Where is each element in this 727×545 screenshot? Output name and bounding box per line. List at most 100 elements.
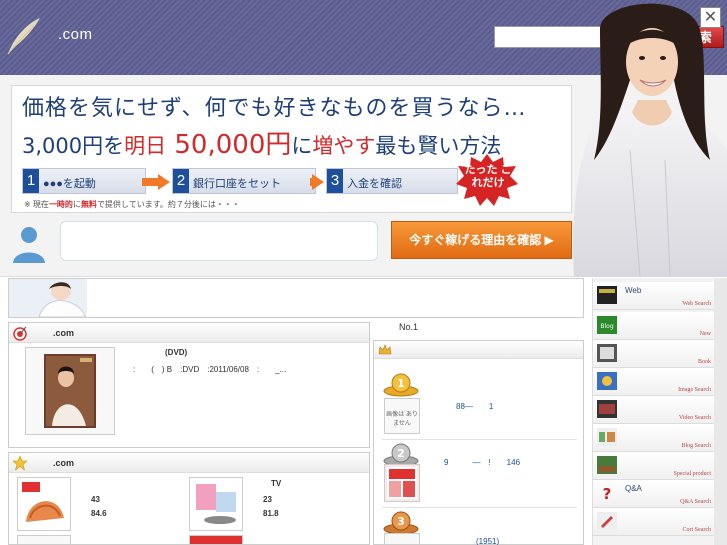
right-sidebar: Web Web Search Blog New Book Image Searc… [592, 278, 727, 545]
ad-step-3-number: 3 [327, 169, 343, 193]
svg-text:3: 3 [397, 515, 405, 528]
pencil-icon [597, 512, 617, 530]
sidebar-item-new[interactable]: Blog New [593, 312, 714, 340]
sidebar-scrollbar[interactable] [714, 278, 727, 545]
popular-item-2-thumbnail[interactable] [189, 477, 243, 531]
popular-item-1-value-b: 84.6 [91, 509, 107, 518]
sidebar-item-qa[interactable]: ? Q&A Q&A Search [593, 480, 714, 508]
ad-headline-1: 価格を気にせず、何でも好きなものを買うなら… [22, 96, 527, 121]
sidebar-item-special-product[interactable]: Special product [593, 452, 714, 480]
ad-note-mid: に [72, 200, 81, 209]
popular-item-2-head: TV [271, 479, 282, 488]
popular-item-3-thumbnail[interactable] [17, 535, 71, 545]
target-icon [13, 326, 27, 341]
svg-text:Blog: Blog [600, 323, 613, 330]
sidebar-item-sub: Blog Search [681, 443, 712, 449]
sidebar-item-image-search[interactable]: Image Search [593, 368, 714, 396]
ad-note-emphasis-1: 一時的 [48, 200, 73, 209]
sidebar-item-web[interactable]: Web Web Search [593, 282, 714, 310]
ad-panel[interactable]: 価格を気にせず、何でも好きなものを買うなら… 3,000円を明日 50,000円… [11, 85, 572, 213]
svg-text:1: 1 [397, 377, 405, 390]
popular-item-1-value-a: 43 [91, 495, 100, 504]
ranking-panel: 1 画像は ありません 88— 1 2 9 — ! 146 3 (1951) [373, 340, 584, 545]
ad-step-3-label: 入金を確認 [347, 178, 402, 190]
ranking-header-label: No.1 [399, 322, 419, 332]
popular-item-2-value-a: 23 [263, 495, 272, 504]
blog-search-icon [597, 428, 617, 446]
rank-1-medal-icon: 1 [383, 373, 419, 397]
sidebar-item-sub: Web Search [682, 301, 711, 307]
close-icon[interactable]: ✕ [700, 7, 721, 28]
rank-1-thumbnail[interactable]: 画像は ありません [384, 398, 420, 434]
image-search-icon [597, 372, 617, 390]
sidebar-item-blog-search[interactable]: Blog Search [593, 424, 714, 452]
ad-step-1: 1 ●●●を起動 [22, 168, 146, 194]
sidebar-item-sub: New [699, 331, 711, 337]
ad-cta-button[interactable]: 今すぐ稼げる理由を確認 ▶ [391, 221, 572, 259]
divider [382, 507, 577, 508]
ad-step-1-label: ●●●を起動 [43, 178, 96, 190]
ad-note: ※ 現在一時的に無料で提供しています。約７分後には・・・ [24, 199, 240, 210]
rank-3-medal-icon: 3 [383, 511, 419, 535]
user-avatar-icon [13, 227, 45, 263]
sidebar-item-cort-search[interactable]: Cort Search [593, 508, 714, 536]
sidebar-item-video-search[interactable]: Video Search [593, 396, 714, 424]
rank-1-title[interactable]: 88— 1 [456, 401, 493, 412]
featured-dvd-label[interactable]: (DVD) [165, 348, 187, 357]
sidebar-item-sub: Cort Search [682, 527, 712, 533]
popular-panel-header: .com [9, 453, 369, 473]
ad-headline-2: 3,000円を明日 50,000円に増やす最も賢い方法 [22, 124, 501, 161]
book-icon [597, 344, 617, 362]
sidebar-item-sub: Special product [673, 471, 712, 477]
site-domain[interactable]: .com [58, 26, 93, 43]
ad-headline-2c: 50,000円 [166, 130, 292, 160]
ad-step-2-label: 銀行口座をセット [193, 178, 281, 190]
ad-headline-2e: 増やす [312, 134, 376, 158]
ad-headline-2a: 3,000円を [22, 134, 125, 158]
new-icon: Blog [597, 316, 617, 334]
sidebar-item-sub: Video Search [678, 415, 711, 421]
sidebar-item-sub: Image Search [678, 387, 711, 393]
dvd-cover-image [44, 354, 96, 428]
arrow-right-icon [142, 178, 158, 186]
burst-badge-text: たった これだけ [464, 164, 512, 189]
divider [382, 439, 577, 440]
popular-title[interactable]: .com [53, 458, 74, 468]
top-banner[interactable] [8, 278, 584, 318]
ranking-panel-header [374, 341, 583, 359]
rank-2-thumbnail[interactable] [384, 464, 420, 502]
rank-2-title[interactable]: 9 — ! 146 [444, 457, 520, 468]
woman-photo [573, 3, 727, 277]
feather-logo-icon[interactable] [4, 14, 44, 58]
cosmetics-product-image [190, 478, 242, 530]
crown-icon [378, 344, 392, 355]
ad-note-prefix: ※ 現在 [24, 200, 49, 209]
ad-note-suffix: で提供しています。約７分後には・・・ [96, 200, 240, 209]
food-product-image [18, 478, 70, 530]
featured-panel: .com (DVD) : ( ) B :DVD :2011/06/08 : _.… [8, 322, 370, 448]
special-product-icon [597, 456, 617, 474]
sidebar-item-book[interactable]: Book [593, 340, 714, 368]
ad-step-3: 3 入金を確認 [326, 168, 458, 194]
ad-note-emphasis-2: 無料 [80, 200, 97, 209]
speech-bubble [60, 221, 378, 261]
question-mark-icon: ? [603, 485, 612, 502]
featured-title[interactable]: .com [53, 328, 74, 338]
ad-step-2: 2 銀行口座をセット [172, 168, 316, 194]
popular-item-1-thumbnail[interactable] [17, 477, 71, 531]
banner-photo [9, 279, 87, 317]
arrow-right-icon [312, 174, 324, 190]
ad-headline-2d: に [291, 134, 313, 158]
popular-item-2-value-b: 81.8 [263, 509, 279, 518]
popular-item-4-thumbnail[interactable] [189, 535, 243, 545]
arrow-right-icon [158, 174, 170, 190]
star-icon [12, 455, 28, 471]
rank-3-thumbnail[interactable] [384, 533, 420, 545]
featured-detail: : ( ) B :DVD :2011/06/08 : _... [133, 365, 287, 374]
video-search-icon [597, 400, 617, 418]
sidebar-item-sub: Q&A Search [680, 499, 711, 505]
svg-text:2: 2 [397, 447, 405, 460]
featured-dvd-thumbnail[interactable] [25, 347, 115, 435]
featured-panel-header: .com [9, 323, 369, 343]
rank-3-title[interactable]: (1951) [476, 537, 499, 545]
